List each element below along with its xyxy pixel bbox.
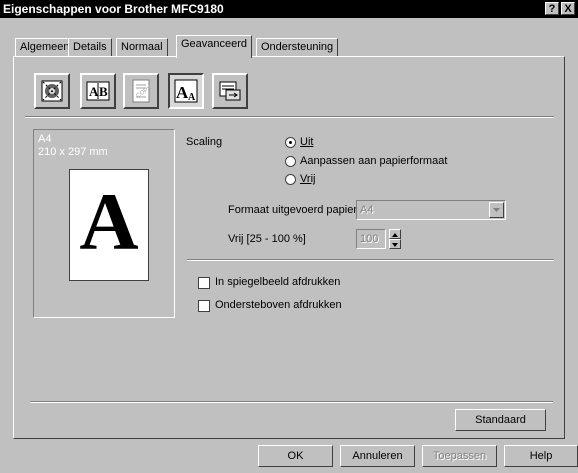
preview-paper-name: A4 — [38, 133, 52, 145]
free-scale-spinner[interactable] — [389, 229, 401, 249]
spin-down-icon[interactable] — [389, 239, 401, 249]
output-paper-dropdown-button[interactable] — [489, 202, 504, 218]
mirror-label[interactable]: In spiegelbeeld afdrukken — [215, 276, 340, 288]
tab-algemeen[interactable]: Algemeen — [15, 38, 75, 57]
scaling-off-radio[interactable] — [285, 137, 296, 148]
scaling-free-label[interactable]: Vrij — [300, 173, 315, 185]
window-title: Eigenschappen voor Brother MFC9180 — [3, 2, 224, 16]
output-button[interactable] — [212, 73, 248, 109]
scaling-button[interactable]: A A — [168, 73, 204, 109]
copy-watermark-icon: COPY — [132, 79, 153, 103]
output-icon — [219, 81, 241, 101]
quality-icon — [41, 80, 63, 102]
preview-page: A — [69, 169, 149, 281]
free-scale-label: Vrij [25 - 100 %] — [228, 233, 306, 245]
default-button[interactable]: Standaard — [455, 409, 546, 431]
ab-compare-icon: A B — [86, 81, 110, 101]
title-bar: Eigenschappen voor Brother MFC9180 ? X — [0, 0, 578, 18]
bottom-separator — [30, 401, 553, 403]
paper-preview: A4 210 x 297 mm A — [33, 129, 175, 318]
ok-button[interactable]: OK — [258, 445, 333, 467]
svg-text:B: B — [99, 84, 108, 99]
tab-normaal[interactable]: Normaal — [116, 38, 168, 57]
output-paper-value: A4 — [360, 204, 374, 216]
scaling-fit-label[interactable]: Aanpassen aan papierformaat — [300, 155, 447, 167]
free-scale-value: 100 — [360, 233, 379, 245]
help-button[interactable]: Help — [504, 445, 578, 467]
toolbar-separator — [25, 116, 554, 118]
output-paper-label: Formaat uitgevoerd papier — [228, 204, 358, 216]
scaling-icon: A A — [174, 79, 198, 103]
spin-up-icon[interactable] — [389, 229, 401, 239]
options-separator — [187, 259, 554, 261]
output-paper-select[interactable]: A4 — [356, 200, 506, 220]
scaling-off-label[interactable]: Uit — [300, 136, 313, 148]
free-scale-input[interactable]: 100 — [356, 229, 386, 249]
copy-watermark-button[interactable]: COPY — [123, 73, 159, 109]
help-title-button[interactable]: ? — [545, 2, 559, 15]
chevron-down-icon — [493, 208, 500, 212]
scaling-free-radio[interactable] — [285, 174, 296, 185]
upside-down-label[interactable]: Ondersteboven afdrukken — [215, 299, 342, 311]
svg-text:A: A — [188, 92, 196, 103]
scaling-fit-radio[interactable] — [285, 156, 296, 167]
tab-geavanceerd[interactable]: Geavanceerd — [176, 35, 253, 58]
preview-paper-size: 210 x 297 mm — [38, 146, 108, 158]
quality-button[interactable] — [34, 73, 70, 109]
scaling-label: Scaling — [186, 136, 223, 148]
upside-down-checkbox[interactable] — [198, 300, 210, 312]
apply-button[interactable]: Toepassen — [422, 445, 497, 467]
cancel-button[interactable]: Annuleren — [340, 445, 415, 467]
tab-ondersteuning[interactable]: Ondersteuning — [256, 38, 339, 57]
preview-glyph: A — [79, 176, 139, 267]
close-title-button[interactable]: X — [561, 2, 575, 15]
tab-details[interactable]: Details — [68, 38, 112, 57]
mirror-checkbox[interactable] — [198, 277, 210, 289]
ab-compare-button[interactable]: A B — [80, 73, 116, 109]
